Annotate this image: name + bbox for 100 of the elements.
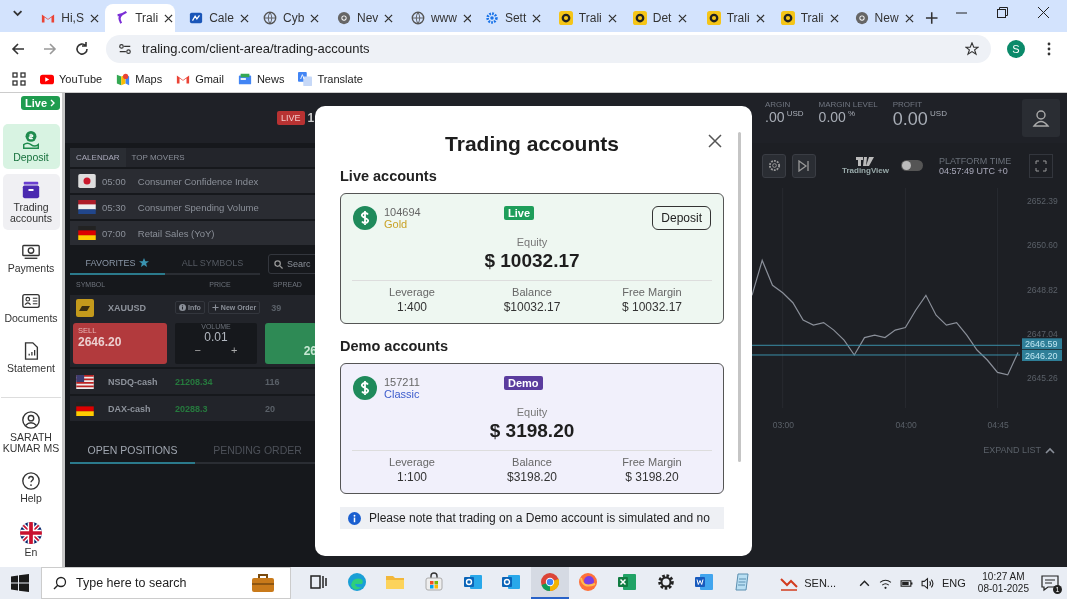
close-icon[interactable]	[607, 13, 617, 23]
deposit-icon	[21, 130, 41, 150]
tray-app-label[interactable]: SEN...	[804, 577, 836, 589]
event-time: 05:30	[102, 201, 126, 213]
bookmark-link[interactable]: Translate	[317, 72, 363, 85]
close-icon[interactable]	[755, 13, 765, 23]
symbol-tab[interactable]: FAVORITES	[70, 253, 165, 275]
fullscreen-button[interactable]	[1029, 153, 1053, 178]
sidebar-item[interactable]: Trading accounts	[2, 174, 60, 231]
restore-icon[interactable]	[997, 6, 1008, 18]
document-icon	[694, 572, 715, 592]
panel-tab[interactable]: TOP MOVERS	[125, 148, 191, 167]
browser-tab[interactable]: Cyb	[253, 4, 323, 32]
sidebar-item[interactable]: Help	[2, 465, 60, 511]
sidebar-item[interactable]: En	[2, 515, 60, 565]
browser-tab[interactable]: Trali	[105, 4, 176, 32]
sidebar-item[interactable]: Deposit	[2, 124, 60, 169]
axis-label: 04:45	[987, 420, 1009, 430]
plus-icon[interactable]	[924, 11, 938, 25]
bookmark-link[interactable]: Gmail	[195, 72, 224, 85]
plus-icon	[211, 304, 219, 311]
back-arrow-icon[interactable]	[10, 40, 26, 57]
taskbar-search-field[interactable]: Type here to search	[41, 567, 291, 599]
close-icon[interactable]	[1038, 6, 1049, 18]
browser-tab[interactable]: Hi,S	[31, 4, 102, 32]
star-icon	[139, 258, 150, 268]
task-view-icon	[308, 572, 329, 592]
bookmark-link[interactable]: News	[256, 72, 285, 85]
start-icon[interactable]	[11, 574, 29, 592]
account-card[interactable]: 157211 Classic Demo Equity $ 3198.20 Leverage 1:100 Balance $3198.20 Free Margin $ 3198.20	[340, 363, 724, 494]
positions-tab[interactable]: OPEN POSITIONS	[70, 438, 195, 464]
flag-icon	[78, 200, 96, 214]
close-icon[interactable]	[384, 13, 394, 23]
browser-tab[interactable]: www	[400, 4, 471, 32]
browser-tab[interactable]: Det	[622, 4, 693, 32]
browser-tab[interactable]: Trali	[696, 4, 767, 32]
account-card[interactable]: 104694 Gold Live Deposit Equity $ 10032.17 Leverage 1:400 Balance $10032.17 Free Margin $ 10032.17	[340, 193, 724, 324]
close-icon[interactable]	[904, 13, 914, 23]
close-icon[interactable]	[462, 13, 471, 23]
axis-label: 03:00	[772, 420, 794, 430]
deposit-button[interactable]: Deposit	[652, 206, 711, 230]
browser-tab[interactable]: Nev	[327, 4, 397, 32]
language-indicator[interactable]: ENG	[942, 577, 966, 589]
clock[interactable]: 10:27 AM 08-01-2025	[977, 571, 1029, 595]
coin-icon	[558, 11, 573, 25]
mail-icon	[501, 572, 522, 592]
profile-avatar[interactable]: S	[1007, 39, 1025, 58]
coin-icon	[780, 11, 795, 25]
skip-button[interactable]	[792, 153, 816, 178]
close-icon[interactable]	[829, 13, 839, 23]
tradingview-logo: TradingView	[842, 156, 889, 175]
close-icon[interactable]	[239, 13, 249, 23]
browser-tab[interactable]: Trali	[770, 4, 841, 32]
coin-icon	[706, 11, 721, 25]
bookmark-link[interactable]: YouTube	[59, 72, 103, 85]
platform-time-label: PLATFORM TIME	[939, 155, 1012, 166]
sidebar-item[interactable]: Statement	[2, 335, 60, 381]
site-settings-icon[interactable]	[118, 41, 132, 56]
sidebar-item[interactable]: Documents	[2, 285, 60, 331]
volume-icon[interactable]	[921, 576, 934, 590]
stat-label: Free Margin	[622, 456, 682, 468]
reload-icon[interactable]	[74, 40, 90, 57]
profile-button[interactable]	[1022, 99, 1060, 137]
close-icon[interactable]	[164, 13, 174, 23]
stat-value: $ 3198.20	[625, 470, 679, 484]
browser-tab[interactable]: Cale	[179, 4, 250, 32]
calendar-icon	[189, 11, 204, 25]
close-icon[interactable]	[708, 134, 722, 148]
globe-icon	[263, 11, 278, 25]
star-icon[interactable]	[965, 41, 979, 56]
browser-tab[interactable]: Trali	[548, 4, 619, 32]
panel-tab[interactable]: CALENDAR	[70, 148, 126, 167]
close-icon[interactable]	[89, 13, 99, 23]
sidebar-item[interactable]: SARATH KUMAR MS	[2, 404, 60, 461]
live-tag: LIVE	[277, 111, 305, 125]
settings-button[interactable]	[762, 153, 786, 178]
sidebar-item[interactable]: Payments	[2, 235, 60, 281]
account-tier-label: Classic	[384, 388, 421, 400]
close-icon[interactable]	[532, 13, 542, 23]
url-text: traling.com/client-area/trading-accounts	[142, 41, 371, 56]
equity-value: $ 10032.17	[483, 250, 581, 272]
forward-arrow-icon[interactable]	[42, 40, 58, 57]
browser-tab[interactable]: Sett	[474, 4, 545, 32]
event-time: 05:00	[102, 175, 126, 187]
flag-icon	[78, 226, 96, 240]
address-bar[interactable]: traling.com/client-area/trading-accounts	[106, 34, 991, 63]
apps-grid-icon[interactable]	[12, 71, 26, 86]
live-mode-button[interactable]: Live	[21, 96, 60, 110]
toggle-switch[interactable]	[901, 160, 923, 171]
price-tag: 2646.20	[1022, 350, 1062, 361]
dollar-icon	[353, 376, 377, 400]
close-icon[interactable]	[677, 13, 687, 23]
axis-label: 2650.60	[1027, 240, 1058, 251]
close-icon[interactable]	[310, 13, 320, 23]
info-icon	[179, 304, 186, 311]
bookmark-link[interactable]: Maps	[135, 72, 163, 85]
note-text: Please note that trading on a Demo account is simulated and no	[369, 511, 710, 525]
logo-icon	[115, 11, 130, 25]
browser-tab[interactable]: New	[844, 4, 915, 32]
balance-value: 1	[307, 111, 315, 125]
